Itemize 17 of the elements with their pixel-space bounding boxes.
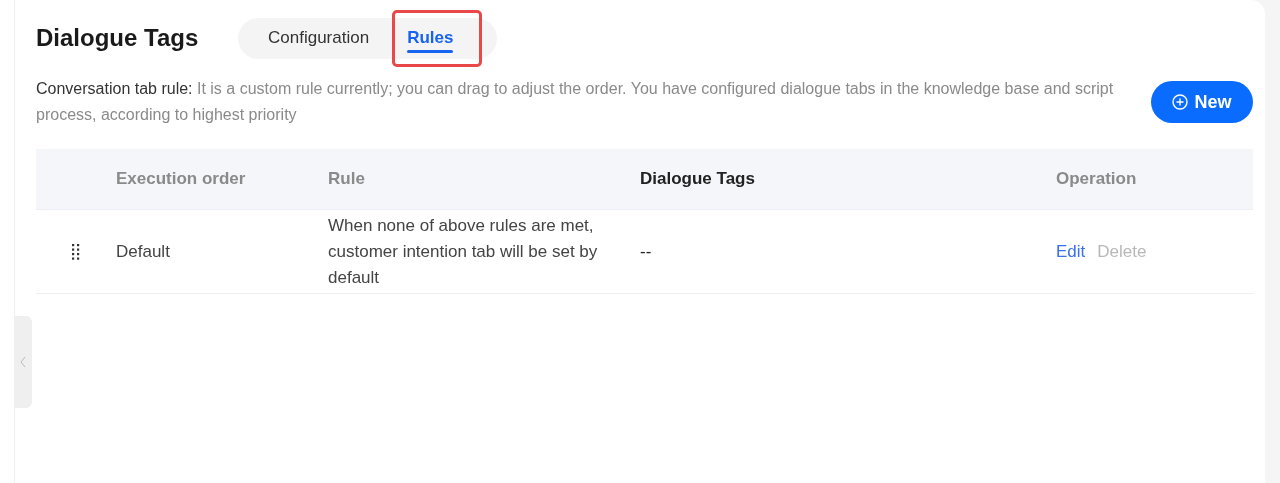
collapse-handle[interactable] — [14, 316, 32, 408]
table-cell-text: When none of above rules are met, customer intention tab will be set by default — [328, 214, 599, 289]
rule-description: Conversation tab rule: It is a custom rule currently; you can drag to adjust the order. You have configured dialogue tabs in the knowledge base and script process, according to highest priority — [36, 79, 1115, 125]
page-title: Dialogue Tags — [36, 24, 200, 52]
column-header: Execution order — [116, 169, 247, 189]
column-header: Operation — [1056, 169, 1138, 189]
plus-circle-icon — [1172, 94, 1189, 110]
table-cell-text: Default — [116, 240, 171, 263]
tab[interactable]: Rules — [399, 17, 485, 59]
chevron-left-icon — [20, 356, 26, 368]
edit-link[interactable]: Edit — [1056, 238, 1086, 265]
new-button[interactable]: New — [1151, 81, 1253, 123]
column-header: Rule — [328, 169, 366, 189]
table-cell-text: -- — [640, 240, 653, 263]
drag-handle-icon[interactable] — [72, 243, 80, 260]
tab[interactable]: Configuration — [238, 17, 400, 59]
column-header: Dialogue Tags — [640, 169, 756, 189]
